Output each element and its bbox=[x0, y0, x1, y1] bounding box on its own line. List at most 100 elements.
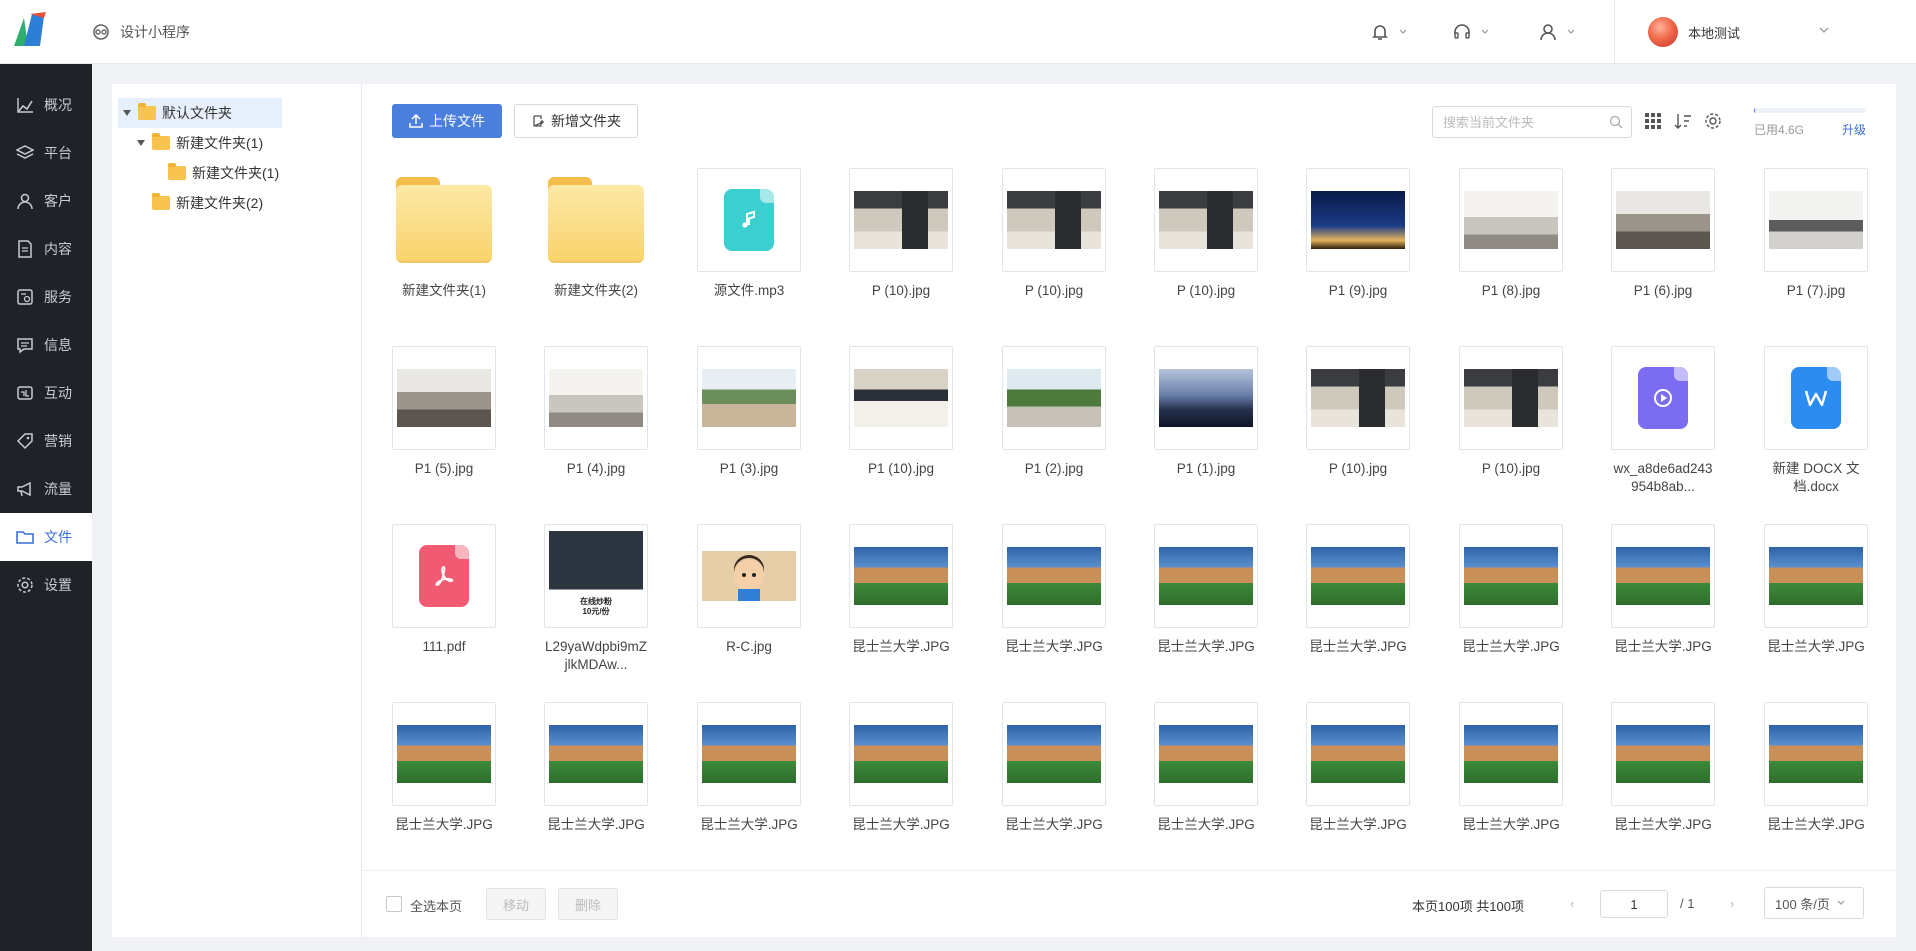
sidebar-item-8[interactable]: 流量 bbox=[0, 465, 92, 513]
file-tile[interactable]: P1 (10).jpg bbox=[849, 346, 953, 506]
upload-button[interactable]: 上传文件 bbox=[392, 104, 502, 138]
search-input[interactable] bbox=[1433, 107, 1601, 137]
tree-node[interactable]: 默认文件夹 bbox=[118, 98, 282, 128]
file-tile[interactable]: 昆士兰大学.JPG bbox=[1154, 702, 1258, 862]
tree-node[interactable]: 新建文件夹(2) bbox=[132, 188, 282, 218]
file-tile[interactable]: 昆士兰大学.JPG bbox=[1611, 524, 1715, 684]
image-thumbnail bbox=[549, 369, 643, 427]
file-tile[interactable]: 昆士兰大学.JPG bbox=[1459, 524, 1563, 684]
file-tile[interactable]: 昆士兰大学.JPG bbox=[1306, 702, 1410, 862]
move-button[interactable]: 移动 bbox=[486, 888, 546, 920]
file-name: 昆士兰大学.JPG bbox=[547, 817, 645, 832]
file-tile[interactable]: P1 (7).jpg bbox=[1764, 168, 1868, 328]
page-number-input[interactable] bbox=[1600, 890, 1668, 918]
support-button[interactable] bbox=[1452, 18, 1490, 46]
notifications-button[interactable] bbox=[1370, 18, 1408, 46]
file-tile[interactable]: 昆士兰大学.JPG bbox=[1154, 524, 1258, 684]
sidebar-item-5[interactable]: 信息 bbox=[0, 321, 92, 369]
file-tile[interactable]: P (10).jpg bbox=[849, 168, 953, 328]
app-logo[interactable] bbox=[10, 10, 50, 50]
file-thumbnail bbox=[1154, 346, 1258, 450]
file-tile[interactable]: 昆士兰大学.JPG bbox=[1002, 702, 1106, 862]
file-tile[interactable]: 昆士兰大学.JPG bbox=[849, 702, 953, 862]
caret-down-icon[interactable] bbox=[122, 108, 132, 118]
gear-icon bbox=[17, 577, 33, 593]
tree-node[interactable]: 新建文件夹(1) bbox=[132, 128, 282, 158]
app-switcher[interactable]: 设计小程序 bbox=[92, 20, 190, 44]
delete-button[interactable]: 删除 bbox=[558, 888, 618, 920]
file-tile[interactable]: P (10).jpg bbox=[1459, 346, 1563, 506]
select-all-label[interactable]: 全选本页 bbox=[410, 896, 462, 915]
file-tile[interactable]: P1 (4).jpg bbox=[544, 346, 648, 506]
image-thumbnail bbox=[1464, 547, 1558, 605]
file-tile[interactable]: 昆士兰大学.JPG bbox=[392, 702, 496, 862]
file-tile[interactable]: 昆士兰大学.JPG bbox=[1002, 524, 1106, 684]
file-tile[interactable]: 昆士兰大学.JPG bbox=[849, 524, 953, 684]
file-tile[interactable]: 源文件.mp3 bbox=[697, 168, 801, 328]
file-tile[interactable]: P (10).jpg bbox=[1154, 168, 1258, 328]
sort-icon[interactable] bbox=[1674, 112, 1692, 130]
file-name: 新建文件夹(2) bbox=[554, 283, 638, 298]
file-tile[interactable]: 在线炒粉 10元/份 L29yaWdpbi9mZjlkMDAw... bbox=[544, 524, 648, 684]
sidebar-item-1[interactable]: 平台 bbox=[0, 129, 92, 177]
upgrade-link[interactable]: 升级 bbox=[1842, 121, 1866, 138]
file-tile[interactable]: P1 (3).jpg bbox=[697, 346, 801, 506]
sidebar-item-7[interactable]: 营销 bbox=[0, 417, 92, 465]
user-icon bbox=[17, 193, 33, 210]
search-icon[interactable] bbox=[1609, 115, 1623, 129]
account-button[interactable] bbox=[1538, 18, 1576, 46]
sidebar-item-10[interactable]: 设置 bbox=[0, 561, 92, 609]
file-tile[interactable]: P (10).jpg bbox=[1002, 168, 1106, 328]
image-thumbnail: 在线炒粉 10元/份 bbox=[549, 531, 643, 621]
file-tile[interactable]: P1 (2).jpg bbox=[1002, 346, 1106, 506]
file-tile[interactable]: R-C.jpg bbox=[697, 524, 801, 684]
file-tile[interactable]: 昆士兰大学.JPG bbox=[697, 702, 801, 862]
caret-down-icon[interactable] bbox=[136, 138, 146, 148]
file-name: 昆士兰大学.JPG bbox=[1157, 639, 1255, 654]
image-thumbnail bbox=[1311, 725, 1405, 783]
file-tile[interactable]: 昆士兰大学.JPG bbox=[544, 702, 648, 862]
file-tile[interactable]: P1 (5).jpg bbox=[392, 346, 496, 506]
folder-icon bbox=[152, 133, 170, 150]
next-page-icon[interactable]: › bbox=[1730, 896, 1734, 911]
file-thumbnail bbox=[849, 168, 953, 272]
file-tile[interactable]: P1 (1).jpg bbox=[1154, 346, 1258, 506]
folder-icon bbox=[16, 531, 34, 544]
prev-page-icon[interactable]: ‹ bbox=[1570, 896, 1574, 911]
sidebar-item-9[interactable]: 文件 bbox=[0, 513, 92, 561]
sidebar-item-label: 互动 bbox=[44, 385, 72, 401]
file-tile[interactable]: 新建 DOCX 文档.docx bbox=[1764, 346, 1868, 506]
chevron-down-icon[interactable] bbox=[1818, 24, 1830, 36]
file-name: 昆士兰大学.JPG bbox=[395, 817, 493, 832]
grid-view-icon[interactable] bbox=[1644, 112, 1662, 130]
sidebar: 概况 平台 客户 内容 服务信息互动营销 流量 文件 设置 bbox=[0, 64, 92, 951]
gear-icon[interactable] bbox=[1704, 112, 1722, 130]
sidebar-item-3[interactable]: 内容 bbox=[0, 225, 92, 273]
sidebar-item-6[interactable]: 互动 bbox=[0, 369, 92, 417]
sidebar-item-2[interactable]: 客户 bbox=[0, 177, 92, 225]
file-tile[interactable]: P1 (6).jpg bbox=[1611, 168, 1715, 328]
file-name: P1 (4).jpg bbox=[566, 461, 626, 476]
file-tile[interactable]: 111.pdf bbox=[392, 524, 496, 684]
file-tile[interactable]: wx_a8de6ad243954b8ab... bbox=[1611, 346, 1715, 506]
new-folder-button[interactable]: 新增文件夹 bbox=[514, 104, 638, 138]
sidebar-item-0[interactable]: 概况 bbox=[0, 81, 92, 129]
file-tile[interactable]: P1 (9).jpg bbox=[1306, 168, 1410, 328]
file-tile[interactable]: 昆士兰大学.JPG bbox=[1306, 524, 1410, 684]
sidebar-item-label: 信息 bbox=[44, 337, 72, 353]
tree-node[interactable]: 新建文件夹(1) bbox=[148, 158, 282, 188]
file-tile[interactable]: 昆士兰大学.JPG bbox=[1611, 702, 1715, 862]
select-all-checkbox[interactable] bbox=[386, 896, 402, 912]
file-tile[interactable]: 昆士兰大学.JPG bbox=[1764, 702, 1868, 862]
sidebar-item-4[interactable]: 服务 bbox=[0, 273, 92, 321]
file-tile[interactable]: 新建文件夹(1) bbox=[392, 168, 496, 328]
file-tile[interactable]: 昆士兰大学.JPG bbox=[1764, 524, 1868, 684]
file-tile[interactable]: 昆士兰大学.JPG bbox=[1459, 702, 1563, 862]
file-name: 昆士兰大学.JPG bbox=[852, 817, 950, 832]
file-tile[interactable]: 新建文件夹(2) bbox=[544, 168, 648, 328]
user-menu[interactable]: 本地测试 bbox=[1648, 14, 1740, 50]
file-tile[interactable]: P (10).jpg bbox=[1306, 346, 1410, 506]
file-tile[interactable]: P1 (8).jpg bbox=[1459, 168, 1563, 328]
file-name: P (10).jpg bbox=[1176, 283, 1236, 298]
page-size-select[interactable]: 100 条/页 bbox=[1764, 887, 1864, 919]
